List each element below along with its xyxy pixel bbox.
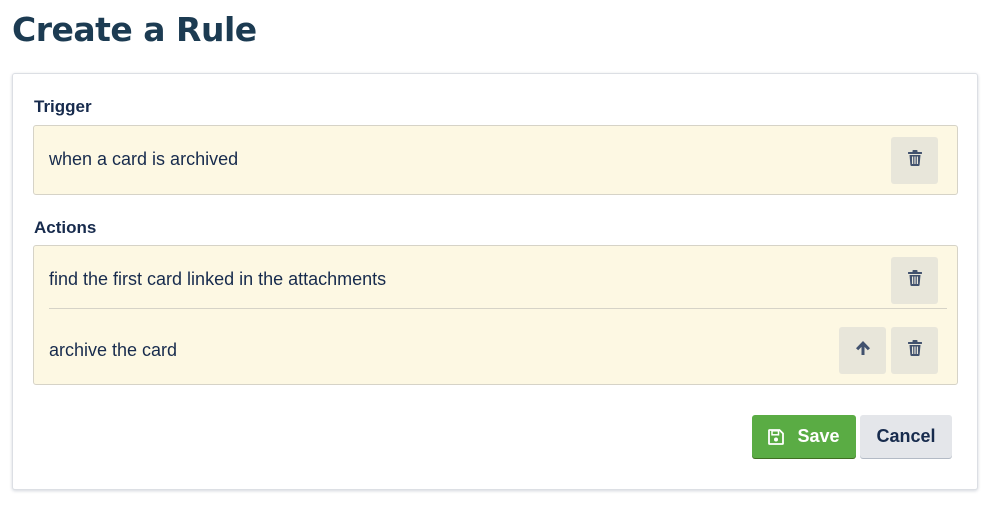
action-divider bbox=[49, 308, 947, 309]
trigger-text: when a card is archived bbox=[49, 149, 239, 169]
trash-icon bbox=[907, 150, 922, 171]
arrow-up-icon bbox=[855, 340, 871, 361]
action-text: archive the card bbox=[49, 340, 178, 360]
delete-trigger-button[interactable] bbox=[891, 137, 938, 184]
floppy-disk-icon bbox=[768, 428, 785, 445]
rule-editor-panel: Trigger when a card is archived Actions … bbox=[12, 73, 978, 490]
action-row[interactable]: find the first card linked in the attach… bbox=[34, 246, 957, 315]
trigger-row[interactable]: when a card is archived bbox=[34, 126, 957, 195]
actions-section-label: Actions bbox=[34, 218, 97, 237]
trigger-box: when a card is archived bbox=[33, 125, 958, 195]
action-text: find the first card linked in the attach… bbox=[49, 269, 387, 289]
trigger-section-label: Trigger bbox=[34, 97, 92, 116]
delete-action-button[interactable] bbox=[891, 257, 938, 304]
actions-box: find the first card linked in the attach… bbox=[33, 245, 958, 385]
move-action-up-button[interactable] bbox=[839, 327, 886, 374]
save-button-label: Save bbox=[797, 426, 840, 446]
cancel-button-label: Cancel bbox=[876, 426, 936, 446]
action-row[interactable]: archive the card bbox=[34, 315, 957, 384]
page-title: Create a Rule bbox=[12, 10, 257, 49]
trash-icon bbox=[907, 270, 922, 291]
trash-icon bbox=[907, 340, 922, 361]
cancel-button[interactable]: Cancel bbox=[860, 415, 952, 458]
delete-action-button[interactable] bbox=[891, 327, 938, 374]
save-button[interactable]: Save bbox=[752, 415, 856, 458]
